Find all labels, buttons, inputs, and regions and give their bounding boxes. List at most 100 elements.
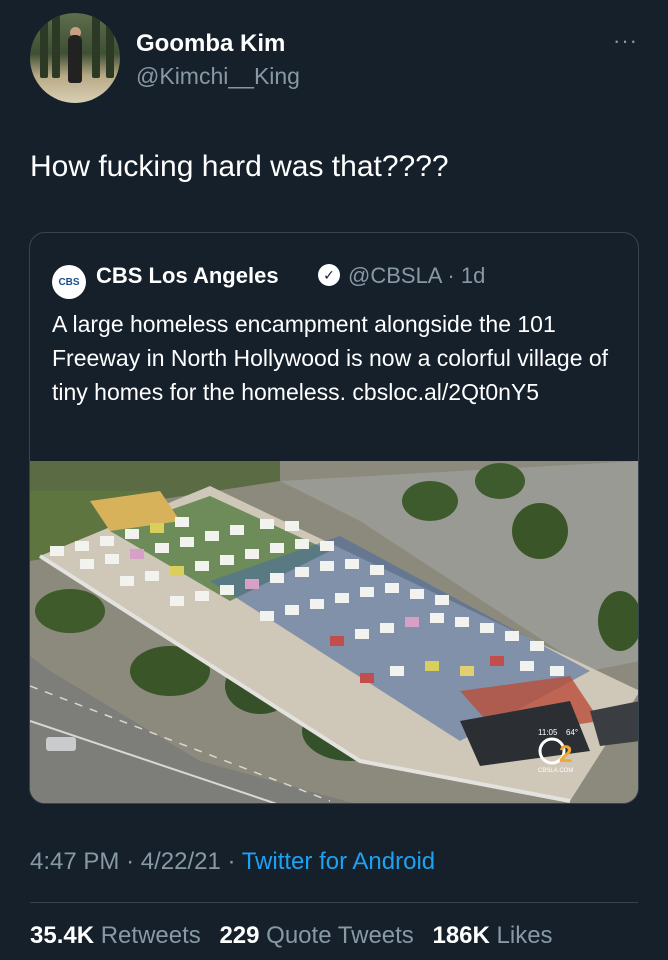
author-avatar[interactable] [30,13,120,103]
avatar-tree [106,23,114,78]
tiny-home [355,629,369,639]
tiny-home [360,673,374,683]
tiny-home [270,573,284,583]
separator: · [227,848,236,875]
tweet-text: How fucking hard was that???? [30,150,449,183]
quoted-tweet[interactable]: CBS CBS Los Angeles ✓ @CBSLA · 1d A larg… [29,232,639,804]
tiny-home [480,623,494,633]
tiny-home [205,531,219,541]
tiny-home [285,521,299,531]
retweets-label: Retweets [100,922,201,949]
tiny-home [295,567,309,577]
tiny-home [455,617,469,627]
tiny-home [435,595,449,605]
quoted-author-handle[interactable]: @CBSLA [348,263,441,288]
tiny-home [295,539,309,549]
tiny-home [150,523,164,533]
separator: · [126,848,135,875]
tiny-home [50,546,64,556]
tiny-home [345,559,359,569]
avatar-tree [52,13,60,78]
tweet-detail: Goomba Kim @Kimchi__King ··· How fucking… [0,0,668,960]
tree [512,503,568,559]
tiny-home [520,661,534,671]
quoted-tweet-age: 1d [460,263,486,288]
overlay-temp: 64° [566,728,578,737]
quote-tweets-count: 229 [219,922,260,949]
aerial-village-image: 11:05 64° 2 CBSLA.COM [30,461,638,803]
car [46,737,76,751]
tweet-meta: 4:47 PM · 4/22/21 · Twitter for Android [30,848,435,876]
channel-label: CBSLA.COM [538,768,573,774]
tiny-home [260,611,274,621]
tiny-home [410,589,424,599]
tiny-home [170,596,184,606]
tiny-home [220,585,234,595]
tiny-home [530,641,544,651]
tiny-home [125,529,139,539]
quoted-author-logo-text: CBS [58,276,80,288]
channel-logo-number: 2 [559,741,572,768]
tweet-time[interactable]: 4:47 PM [30,848,119,875]
tiny-home [220,555,234,565]
tiny-home [385,583,399,593]
tiny-home [130,549,144,559]
avatar-tree [92,13,100,78]
tiny-home [195,591,209,601]
tweet-date[interactable]: 4/22/21 [141,848,221,875]
quoted-author-meta: @CBSLA · 1d [348,263,485,289]
likes-stat[interactable]: 186K Likes [432,922,552,949]
tiny-home [100,536,114,546]
retweets-count: 35.4K [30,922,95,949]
engagement-stats: 35.4K Retweets 229 Quote Tweets 186K Lik… [30,922,565,950]
tiny-home [405,617,419,627]
avatar-tree [40,18,48,78]
likes-count: 186K [432,922,490,949]
tiny-home [370,565,384,575]
tiny-home [550,666,564,676]
tiny-home [260,519,274,529]
quote-tweets-stat[interactable]: 229 Quote Tweets [219,922,420,949]
overlay-time: 11:05 [538,728,558,737]
quoted-tweet-photo[interactable]: 11:05 64° 2 CBSLA.COM [30,461,638,803]
quoted-author-name[interactable]: CBS Los Angeles [96,263,279,289]
tiny-home [120,576,134,586]
more-options-icon[interactable]: ··· [613,28,638,54]
tiny-home [360,587,374,597]
tiny-home [195,561,209,571]
tiny-home [245,549,259,559]
tiny-home [170,566,184,576]
tiny-home [285,605,299,615]
tiny-home [155,543,169,553]
tiny-home [270,543,284,553]
quote-tweets-label: Quote Tweets [266,922,414,949]
tiny-home [380,623,394,633]
retweets-stat[interactable]: 35.4K Retweets [30,922,207,949]
tiny-home [175,517,189,527]
tiny-home [310,599,324,609]
tiny-home [430,613,444,623]
tiny-home [75,541,89,551]
tiny-home [180,537,194,547]
quoted-tweet-text: A large homeless encampment alongside th… [52,311,609,405]
tiny-home [390,666,404,676]
quoted-author-avatar[interactable]: CBS [52,265,86,299]
tiny-home [145,571,159,581]
tiny-home [320,561,334,571]
author-name[interactable]: Goomba Kim [136,30,285,58]
tiny-home [105,554,119,564]
tiny-home [80,559,94,569]
tiny-home [460,666,474,676]
tiny-home [330,636,344,646]
tiny-home [425,661,439,671]
author-handle[interactable]: @Kimchi__King [136,63,300,90]
tree [402,481,458,521]
tiny-home [245,579,259,589]
tweet-source-link[interactable]: Twitter for Android [242,848,435,875]
avatar-person [68,35,82,83]
tiny-home [230,525,244,535]
separator: · [447,263,455,288]
verified-badge-icon: ✓ [318,264,340,286]
tree [475,463,525,499]
tiny-home [490,656,504,666]
